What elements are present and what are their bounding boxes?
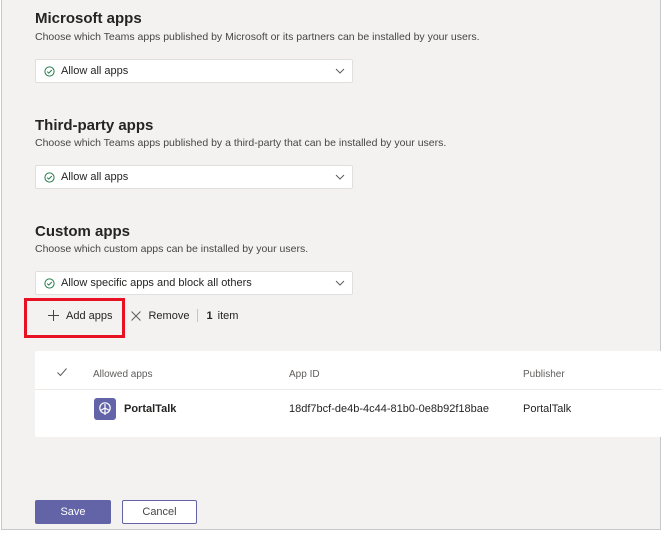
chevron-down-icon <box>334 277 346 289</box>
close-icon <box>130 310 142 322</box>
add-apps-highlight-box <box>24 298 125 338</box>
microsoft-apps-title: Microsoft apps <box>35 10 142 27</box>
chevron-down-icon <box>334 65 346 77</box>
allowed-apps-table: Allowed apps App ID Publisher PortalTalk… <box>35 351 662 437</box>
third-party-apps-selected: Allow all apps <box>61 171 129 183</box>
custom-apps-selected: Allow specific apps and block all others <box>61 277 252 289</box>
remove-label: Remove <box>148 309 190 322</box>
third-party-apps-dropdown[interactable]: Allow all apps <box>35 165 353 189</box>
custom-apps-title: Custom apps <box>35 223 131 240</box>
item-count-number: 1 <box>206 309 213 322</box>
column-header-allowed-apps[interactable]: Allowed apps <box>93 369 152 380</box>
custom-apps-command-bar: Add apps Remove 1 item <box>35 299 661 332</box>
item-count-suffix: item <box>217 309 239 322</box>
third-party-apps-description: Choose which Teams apps published by a t… <box>35 137 447 149</box>
cancel-button[interactable]: Cancel <box>122 500 197 524</box>
save-button[interactable]: Save <box>35 500 111 524</box>
table-row[interactable]: PortalTalk 18df7bcf-de4b-4c44-81b0-0e8b9… <box>35 390 662 437</box>
microsoft-apps-dropdown[interactable]: Allow all apps <box>35 59 353 83</box>
check-circle-icon <box>44 65 55 77</box>
remove-button[interactable]: Remove <box>130 310 189 322</box>
check-circle-icon <box>44 171 55 183</box>
column-header-app-id[interactable]: App ID <box>289 369 320 380</box>
microsoft-apps-selected: Allow all apps <box>61 65 129 77</box>
select-all-checkmark-icon[interactable] <box>56 366 68 378</box>
check-circle-icon <box>44 277 55 289</box>
app-id: 18df7bcf-de4b-4c44-81b0-0e8b92f18bae <box>289 403 489 415</box>
third-party-apps-title: Third-party apps <box>35 117 154 134</box>
custom-apps-dropdown[interactable]: Allow specific apps and block all others <box>35 271 353 295</box>
column-header-publisher[interactable]: Publisher <box>523 369 565 380</box>
app-publisher: PortalTalk <box>523 403 572 415</box>
app-name: PortalTalk <box>124 403 177 415</box>
command-divider <box>197 309 199 322</box>
custom-apps-description: Choose which custom apps can be installe… <box>35 243 309 255</box>
portaltalk-app-icon <box>94 398 116 420</box>
org-wide-app-settings-panel: Microsoft apps Choose which Teams apps p… <box>1 0 662 530</box>
microsoft-apps-description: Choose which Teams apps published by Mic… <box>35 31 480 43</box>
item-count: 1 item <box>206 310 238 322</box>
chevron-down-icon <box>334 171 346 183</box>
